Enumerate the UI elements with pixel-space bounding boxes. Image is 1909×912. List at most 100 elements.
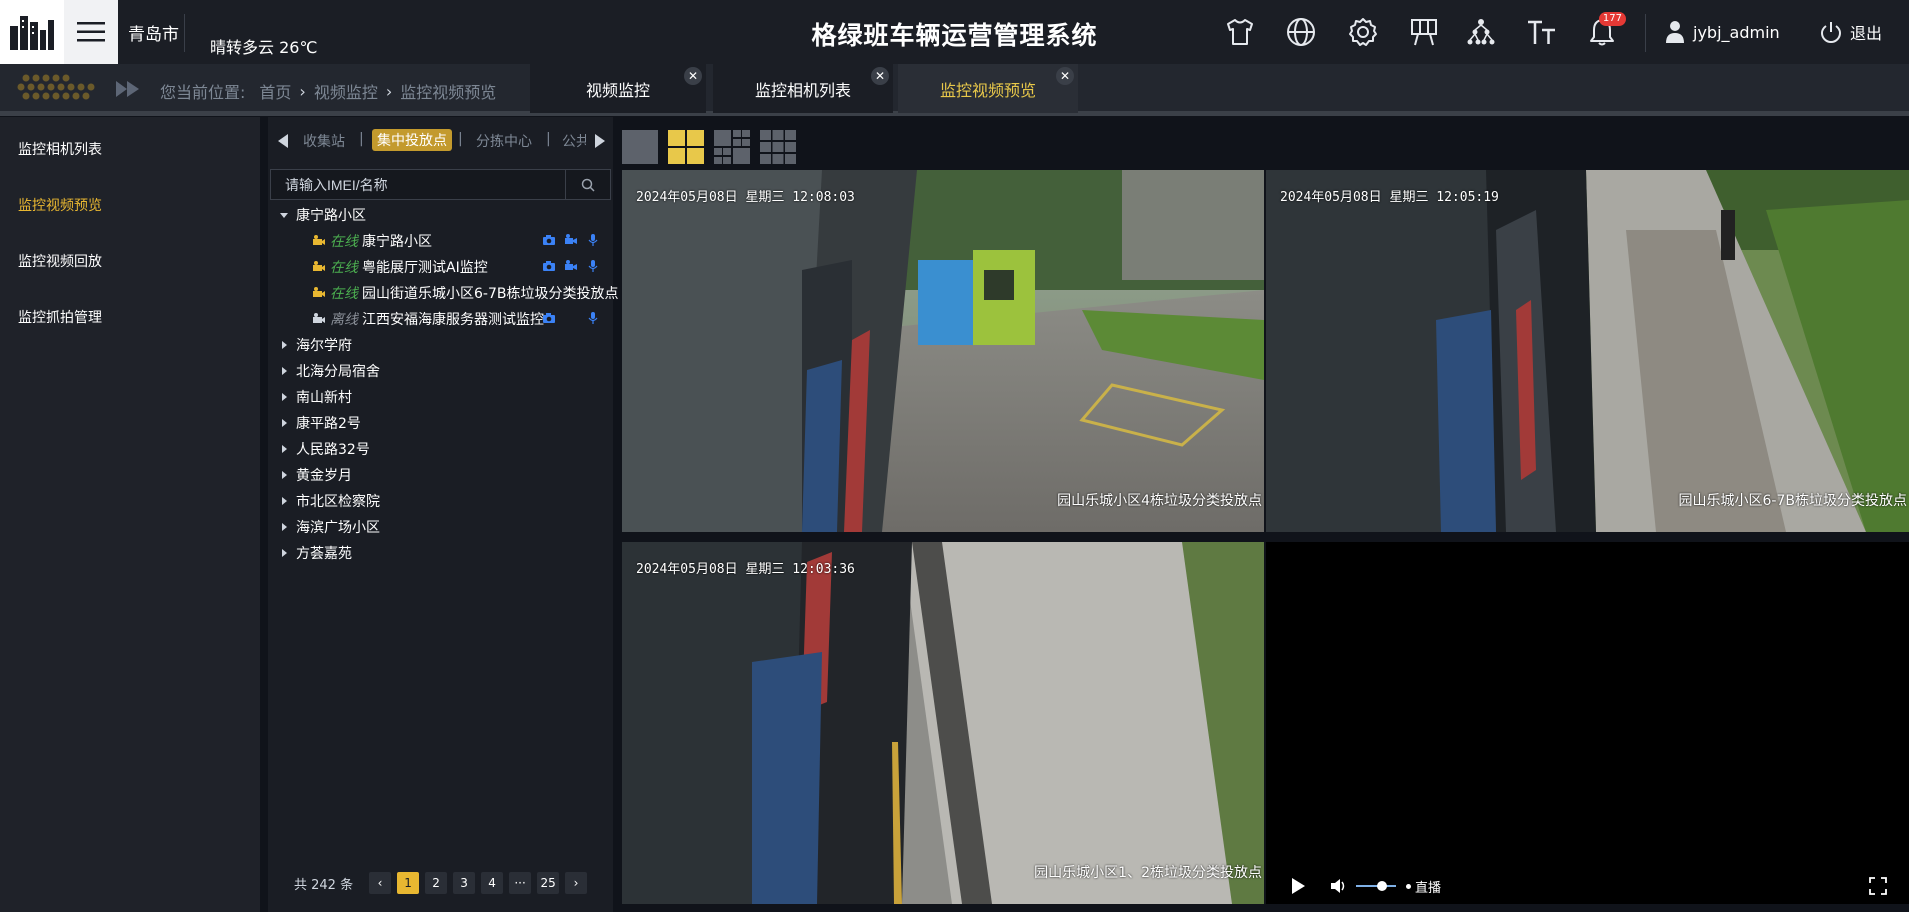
camera-node[interactable]: 离线 江西安福海康服务器测试监控 bbox=[312, 309, 544, 329]
close-icon[interactable]: ✕ bbox=[1056, 67, 1074, 85]
breadcrumb-item-video-monitor[interactable]: 视频监控 bbox=[314, 79, 378, 103]
video-pane-3[interactable]: 2024年05月08日 星期三 12:03:36 园山乐城小区1、2栋垃圾分类投… bbox=[622, 542, 1264, 904]
snapshot-icon[interactable] bbox=[542, 312, 556, 324]
tree-group-label: 方荟嘉苑 bbox=[296, 546, 352, 562]
video-record-icon[interactable] bbox=[564, 260, 578, 272]
easel-icon[interactable] bbox=[1406, 14, 1442, 50]
close-icon[interactable]: ✕ bbox=[871, 67, 889, 85]
tree-group[interactable]: 方荟嘉苑 bbox=[278, 543, 352, 563]
layout-2x2-button[interactable] bbox=[668, 130, 704, 164]
online-status: 在线 bbox=[330, 286, 358, 302]
page-ellipsis-button[interactable]: ··· bbox=[509, 872, 532, 894]
category-tab-collection-station[interactable]: 收集站 bbox=[303, 131, 345, 151]
globe-icon[interactable] bbox=[1283, 14, 1319, 50]
category-tab-drop-point[interactable]: 集中投放点 bbox=[372, 129, 452, 151]
page-button[interactable]: 25 bbox=[537, 872, 560, 894]
camera-feed-image bbox=[1266, 170, 1909, 532]
scroll-right-icon[interactable] bbox=[593, 133, 607, 149]
layout-3x3-button[interactable] bbox=[714, 130, 750, 164]
bell-icon[interactable]: 177 bbox=[1584, 12, 1626, 50]
microphone-icon[interactable] bbox=[586, 260, 600, 272]
breadcrumb-item-home[interactable]: 首页 bbox=[259, 79, 291, 103]
tree-group[interactable]: 海滨广场小区 bbox=[278, 517, 380, 537]
next-page-button[interactable]: › bbox=[565, 872, 588, 894]
tree-group-label: 人民路32号 bbox=[296, 442, 370, 458]
honeycomb-icon bbox=[17, 74, 95, 100]
video-timestamp: 2024年05月08日 星期三 12:08:03 bbox=[636, 190, 855, 205]
player-control-bar: 直播 bbox=[1266, 868, 1909, 904]
page-button[interactable]: 2 bbox=[425, 872, 448, 894]
hamburger-menu-button[interactable] bbox=[64, 0, 118, 64]
video-camera-name: 园山乐城小区6-7B栋垃圾分类投放点 bbox=[1678, 493, 1907, 509]
volume-icon[interactable] bbox=[1330, 878, 1348, 894]
logout-button[interactable]: 退出 bbox=[1820, 20, 1882, 44]
font-size-icon[interactable] bbox=[1524, 14, 1560, 50]
fullscreen-icon[interactable] bbox=[1869, 877, 1887, 895]
play-icon[interactable] bbox=[1290, 877, 1306, 895]
camera-device-icon bbox=[313, 261, 325, 271]
org-chart-icon[interactable] bbox=[1463, 14, 1499, 50]
page-button[interactable]: 1 bbox=[397, 872, 420, 894]
tree-group-label: 海尔学府 bbox=[296, 338, 352, 354]
tree-group[interactable]: 北海分局宿舍 bbox=[278, 361, 380, 381]
tree-group-expanded[interactable]: 康宁路小区 bbox=[278, 205, 366, 225]
video-pane-1[interactable]: 2024年05月08日 星期三 12:08:03 园山乐城小区4栋垃圾分类投放点 bbox=[622, 170, 1264, 532]
sub-nav-bar: 您当前位置: 首页 › 视频监控 › 监控视频预览 视频监控 ✕ 监控相机列表 … bbox=[0, 64, 1909, 116]
category-tab-public[interactable]: 公共 bbox=[562, 131, 586, 151]
notification-badge: 177 bbox=[1598, 12, 1626, 26]
tab-video-preview[interactable]: 监控视频预览 ✕ bbox=[898, 64, 1078, 113]
layout-1x1-button[interactable] bbox=[622, 130, 658, 164]
sidebar-item-video-playback[interactable]: 监控视频回放 bbox=[18, 251, 102, 271]
search-input[interactable] bbox=[271, 170, 567, 199]
camera-name: 园山街道乐城小区6-7B栋垃圾分类投放点 bbox=[362, 286, 619, 302]
tree-group[interactable]: 南山新村 bbox=[278, 387, 352, 407]
tree-group[interactable]: 康平路2号 bbox=[278, 413, 361, 433]
category-tab-sorting-center[interactable]: 分拣中心 bbox=[476, 131, 532, 151]
tree-group[interactable]: 黄金岁月 bbox=[278, 465, 352, 485]
camera-name: 康宁路小区 bbox=[362, 234, 432, 250]
caret-right-icon bbox=[278, 339, 290, 351]
shirt-icon[interactable] bbox=[1222, 14, 1258, 50]
page-button[interactable]: 4 bbox=[481, 872, 504, 894]
tree-group[interactable]: 海尔学府 bbox=[278, 335, 352, 355]
camera-node[interactable]: 在线 园山街道乐城小区6-7B栋垃圾分类投放点 bbox=[312, 283, 618, 303]
video-pane-2[interactable]: 2024年05月08日 星期三 12:05:19 园山乐城小区6-7B栋垃圾分类… bbox=[1266, 170, 1909, 532]
camera-tree-panel: 收集站 | 集中投放点 | 分拣中心 | 公共 康宁路小区 在线 康宁路小区 在… bbox=[268, 117, 618, 912]
gear-icon[interactable] bbox=[1345, 14, 1381, 50]
search-button[interactable] bbox=[565, 170, 610, 199]
header-divider bbox=[184, 14, 185, 52]
microphone-icon[interactable] bbox=[586, 312, 600, 324]
camera-device-icon bbox=[313, 235, 325, 245]
microphone-icon[interactable] bbox=[586, 234, 600, 246]
online-status: 在线 bbox=[330, 234, 358, 250]
camera-device-icon bbox=[313, 287, 325, 297]
camera-node[interactable]: 在线 康宁路小区 bbox=[312, 231, 432, 251]
page-button[interactable]: 3 bbox=[453, 872, 476, 894]
video-pane-4[interactable]: 直播 bbox=[1266, 542, 1909, 904]
sidebar-item-video-preview[interactable]: 监控视频预览 bbox=[18, 195, 102, 215]
snapshot-icon[interactable] bbox=[542, 260, 556, 272]
layout-4x4-button[interactable] bbox=[760, 130, 796, 164]
scroll-left-icon[interactable] bbox=[276, 133, 290, 149]
prev-page-button[interactable]: ‹ bbox=[369, 872, 392, 894]
caret-right-icon bbox=[278, 495, 290, 507]
app-logo bbox=[0, 0, 64, 64]
hamburger-icon bbox=[77, 22, 105, 42]
volume-slider[interactable] bbox=[1356, 880, 1396, 892]
snapshot-icon[interactable] bbox=[542, 234, 556, 246]
tab-camera-list[interactable]: 监控相机列表 ✕ bbox=[713, 64, 893, 113]
user-menu[interactable]: jybj_admin bbox=[1665, 20, 1780, 44]
video-record-icon[interactable] bbox=[564, 234, 578, 246]
sidebar-item-camera-list[interactable]: 监控相机列表 bbox=[18, 139, 102, 159]
close-icon[interactable]: ✕ bbox=[684, 67, 702, 85]
tab-video-monitor[interactable]: 视频监控 ✕ bbox=[530, 64, 706, 113]
tree-group[interactable]: 市北区检察院 bbox=[278, 491, 380, 511]
sidebar-item-snapshot-manage[interactable]: 监控抓拍管理 bbox=[18, 307, 102, 327]
camera-name: 粤能展厅测试AI监控 bbox=[362, 260, 488, 276]
caret-right-icon bbox=[278, 521, 290, 533]
top-header: 青岛市 晴转多云 26℃ 格绿班车辆运营管理系统 177 jybj_admin … bbox=[0, 0, 1909, 64]
city-selector[interactable]: 青岛市 bbox=[128, 20, 179, 45]
camera-node[interactable]: 在线 粤能展厅测试AI监控 bbox=[312, 257, 488, 277]
live-label: 直播 bbox=[1415, 880, 1442, 896]
tree-group[interactable]: 人民路32号 bbox=[278, 439, 370, 459]
